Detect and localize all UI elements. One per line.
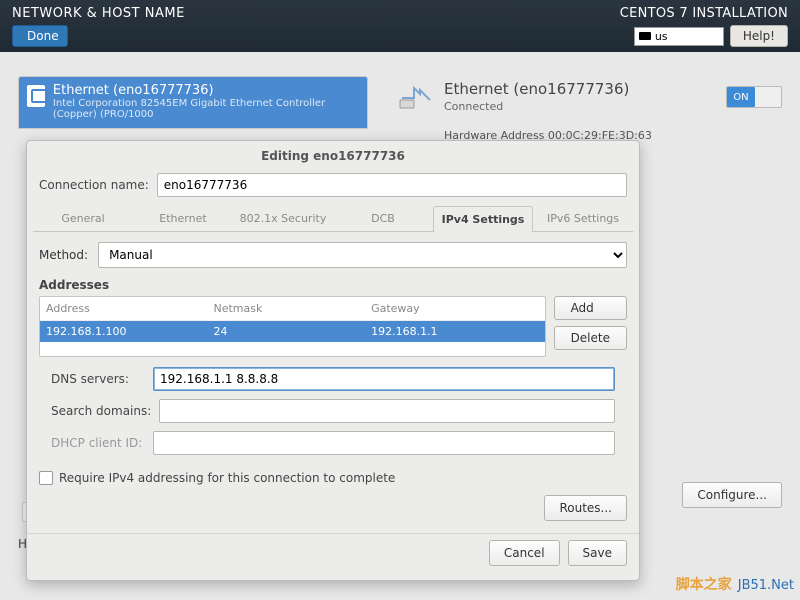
method-label: Method: [39, 248, 88, 262]
method-select[interactable]: Manual [98, 242, 627, 268]
interface-subtitle: Intel Corporation 82545EM Gigabit Ethern… [53, 98, 359, 120]
search-domains-label: Search domains: [51, 404, 151, 418]
tab-ipv6-settings[interactable]: IPv6 Settings [533, 205, 633, 231]
tab-ethernet[interactable]: Ethernet [133, 205, 233, 231]
dns-servers-input[interactable] [153, 367, 615, 391]
spoke-title: NETWORK & HOST NAME [12, 6, 185, 21]
require-ipv4-label: Require IPv4 addressing for this connect… [59, 471, 395, 485]
watermark: 脚本之家JB51.Net [676, 574, 794, 594]
tab-8021x-security[interactable]: 802.1x Security [233, 205, 333, 231]
search-domains-input[interactable] [159, 399, 615, 423]
delete-address-button[interactable]: Delete [554, 326, 627, 350]
dialog-tabs: General Ethernet 802.1x Security DCB IPv… [33, 205, 633, 232]
detail-status: Connected [444, 100, 652, 113]
dhcp-client-id-label: DHCP client ID: [51, 436, 145, 450]
interface-detail: Ethernet (eno16777736) Connected Hardwar… [398, 76, 652, 142]
dialog-title: Editing eno16777736 [27, 141, 639, 173]
connection-name-input[interactable] [157, 173, 627, 197]
interface-list[interactable]: Ethernet (eno16777736) Intel Corporation… [18, 76, 368, 129]
ipv4-settings-panel: Method: Manual Addresses Address Netmask… [27, 232, 639, 467]
nic-icon [398, 80, 434, 112]
toggle-on-label: ON [727, 87, 755, 107]
product-title: CENTOS 7 INSTALLATION [620, 6, 788, 21]
keyboard-icon [639, 32, 651, 40]
add-address-button[interactable]: Add [554, 296, 627, 320]
keyboard-layout-label: us [655, 30, 668, 43]
save-button[interactable]: Save [568, 540, 627, 566]
connection-name-label: Connection name: [39, 178, 149, 192]
cancel-button[interactable]: Cancel [489, 540, 560, 566]
col-netmask: Netmask [213, 300, 371, 317]
edit-connection-dialog: Editing eno16777736 Connection name: Gen… [26, 140, 640, 581]
addresses-heading: Addresses [39, 278, 627, 292]
address-row[interactable]: 192.168.1.100 24 192.168.1.1 [40, 321, 545, 342]
interface-list-item[interactable]: Ethernet (eno16777736) Intel Corporation… [19, 77, 367, 128]
configure-button[interactable]: Configure... [682, 482, 782, 508]
main-area: Ethernet (eno16777736) Intel Corporation… [0, 52, 800, 142]
routes-button[interactable]: Routes... [544, 495, 627, 521]
detail-interface-name: Ethernet (eno16777736) [444, 80, 652, 98]
addresses-header-row: Address Netmask Gateway [40, 297, 545, 321]
keyboard-layout-indicator[interactable]: us [634, 27, 724, 46]
addresses-table[interactable]: Address Netmask Gateway 192.168.1.100 24… [39, 296, 546, 357]
dns-servers-label: DNS servers: [51, 372, 145, 386]
help-button[interactable]: Help! [730, 25, 788, 47]
col-address: Address [46, 300, 213, 317]
tab-ipv4-settings[interactable]: IPv4 Settings [433, 206, 533, 232]
dhcp-client-id-input[interactable] [153, 431, 615, 455]
tab-general[interactable]: General [33, 205, 133, 231]
col-gateway: Gateway [371, 300, 538, 317]
done-button[interactable]: Done [12, 25, 68, 47]
interface-on-off-toggle[interactable]: ON [726, 86, 782, 108]
tab-dcb[interactable]: DCB [333, 205, 433, 231]
ethernet-icon [27, 85, 45, 107]
top-bar: NETWORK & HOST NAME Done CENTOS 7 INSTAL… [0, 0, 800, 52]
require-ipv4-checkbox[interactable] [39, 471, 53, 485]
interface-name: Ethernet (eno16777736) [53, 83, 359, 98]
